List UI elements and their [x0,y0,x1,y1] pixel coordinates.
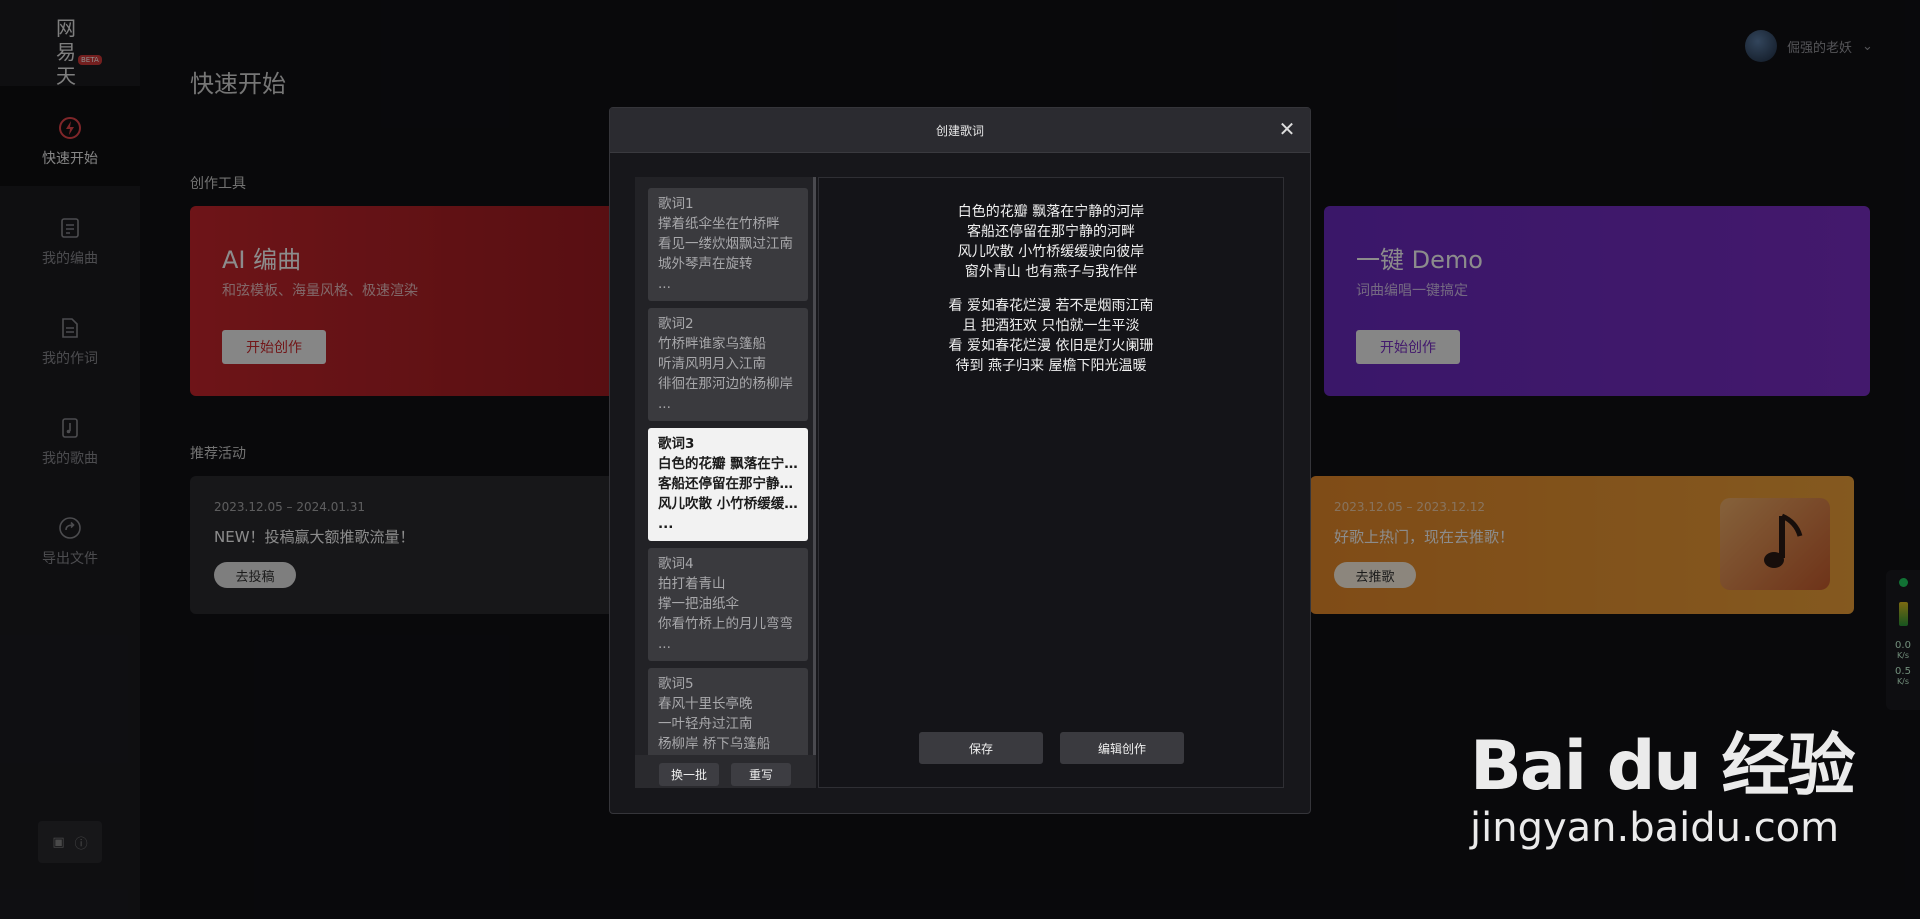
rewrite-button[interactable]: 重写 [731,763,791,786]
preview-line: 白色的花瓣 飘落在宁静的河岸 [957,204,1145,220]
edit-create-button[interactable]: 编辑创作 [1060,732,1184,764]
preview-line: 且 把酒狂欢 只怕就一生平淡 [962,318,1140,334]
lyrics-list: 歌词1 撑着纸伞坐在竹桥畔 看见一缕炊烟飘过江南 城外琴声在旋转 ... 歌词2… [635,177,813,755]
preview-line: 看 爱如春花烂漫 依旧是灯火阑珊 [948,338,1154,354]
dialog-title: 创建歌词 [935,124,984,138]
lyric-card-3[interactable]: 歌词3 白色的花瓣 飘落在宁静的河岸 客船还停留在那宁静的河畔 风儿吹散 小竹桥… [648,428,808,541]
lyric-line: 竹桥畔谁家乌篷船 [658,336,766,352]
lyric-line: 撑着纸伞坐在竹桥畔 [658,216,780,232]
lyric-line: 一叶轻舟过江南 [658,716,753,732]
lyric-line: 风儿吹散 小竹桥缓缓驶向彼岸 [658,496,798,512]
lyric-card-2[interactable]: 歌词2 竹桥畔谁家乌篷船 听清风明月入江南 徘徊在那河边的杨柳岸 ... [648,308,808,421]
lyric-line: 杨柳岸 桥下乌篷船 [658,736,771,752]
lyric-card-1[interactable]: 歌词1 撑着纸伞坐在竹桥畔 看见一缕炊烟飘过江南 城外琴声在旋转 ... [648,188,808,301]
create-lyrics-dialog: 创建歌词 ✕ 歌词1 撑着纸伞坐在竹桥畔 看见一缕炊烟飘过江南 城外琴声在旋转 … [609,107,1311,814]
lyric-line: 撑一把油纸伞 [658,596,739,612]
lyrics-preview: 白色的花瓣 飘落在宁静的河岸 客船还停留在那宁静的河畔 风儿吹散 小竹桥缓缓驶向… [818,177,1284,788]
preview-line: 客船还停留在那宁静的河畔 [967,224,1135,240]
lyric-card-4[interactable]: 歌词4 拍打着青山 撑一把油纸伞 你看竹桥上的月儿弯弯 ... [648,548,808,661]
lyric-line: 城外琴声在旋转 [658,256,753,272]
preview-line: 待到 燕子归来 屋檐下阳光温暖 [955,358,1147,374]
lyric-card-5[interactable]: 歌词5 春风十里长亭晚 一叶轻舟过江南 杨柳岸 桥下乌篷船 ... [648,668,808,755]
lyrics-stanza-1: 白色的花瓣 飘落在宁静的河岸 客船还停留在那宁静的河畔 风儿吹散 小竹桥缓缓驶向… [819,202,1283,282]
lyric-card-title: 歌词3 [658,436,695,452]
lyric-more: ... [658,276,671,292]
dialog-header: 创建歌词 ✕ [610,108,1310,153]
lyrics-stanza-2: 看 爱如春花烂漫 若不是烟雨江南 且 把酒狂欢 只怕就一生平淡 看 爱如春花烂漫… [819,296,1283,376]
lyric-line: 客船还停留在那宁静的河畔 [658,476,798,492]
lyric-card-title: 歌词2 [658,316,694,332]
lyrics-list-scrollbar[interactable] [813,177,816,755]
lyrics-list-panel: 歌词1 撑着纸伞坐在竹桥畔 看见一缕炊烟飘过江南 城外琴声在旋转 ... 歌词2… [635,177,816,788]
lyrics-list-footer: 换一批 重写 [635,755,816,788]
preview-line: 看 爱如春花烂漫 若不是烟雨江南 [948,298,1154,314]
watermark-brand: Bai du 经验 [1470,727,1855,806]
lyric-card-title: 歌词4 [658,556,694,572]
lyric-line: 白色的花瓣 飘落在宁静的河岸 [658,456,798,472]
lyric-more: ... [658,396,671,412]
lyric-card-title: 歌词1 [658,196,694,212]
lyric-line: 春风十里长亭晚 [658,696,753,712]
lyric-line: 拍打着青山 [658,576,726,592]
lyric-line: 徘徊在那河边的杨柳岸 [658,376,793,392]
baidu-watermark: Bai du 经验 jingyan.baidu.com [1470,710,1855,851]
lyric-more: ... [658,516,674,532]
preview-line: 窗外青山 也有燕子与我作伴 [964,264,1138,280]
lyric-line: 看见一缕炊烟飘过江南 [658,236,793,252]
close-icon[interactable]: ✕ [1276,118,1298,140]
swap-batch-button[interactable]: 换一批 [659,763,719,786]
lyric-line: 你看竹桥上的月儿弯弯 [658,616,793,632]
save-button[interactable]: 保存 [919,732,1043,764]
lyric-line: 听清风明月入江南 [658,356,766,372]
lyric-card-title: 歌词5 [658,676,694,692]
preview-line: 风儿吹散 小竹桥缓缓驶向彼岸 [957,244,1145,260]
watermark-url: jingyan.baidu.com [1470,805,1840,851]
lyric-more: ... [658,636,671,652]
